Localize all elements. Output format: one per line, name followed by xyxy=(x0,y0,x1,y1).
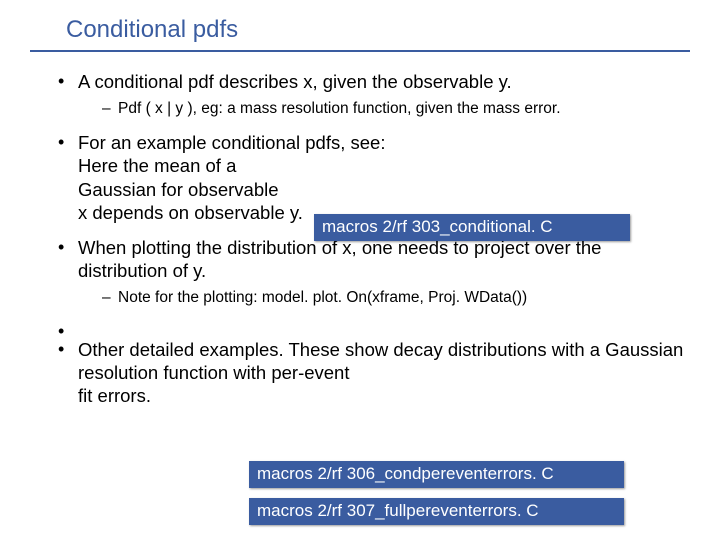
slide: Conditional pdfs A conditional pdf descr… xyxy=(0,0,720,540)
bullet-1-text: A conditional pdf describes x, given the… xyxy=(78,71,512,92)
bullet-1: A conditional pdf describes x, given the… xyxy=(58,70,690,119)
bullet-2: For an example conditional pdfs, see: He… xyxy=(58,131,690,224)
spacer xyxy=(58,320,690,338)
macro-box-1: macros 2/rf 303_conditional. C xyxy=(314,214,630,241)
macro-box-2: macros 2/rf 306_condpereventerrors. C xyxy=(249,461,624,488)
bullet-4: Other detailed examples. These show deca… xyxy=(58,338,690,407)
bullet-1-sub-1: Pdf ( x | y ), eg: a mass resolution fun… xyxy=(102,99,690,119)
bullet-2-line3: Gaussian for observable xyxy=(78,179,279,200)
slide-title: Conditional pdfs xyxy=(66,16,690,44)
bullet-2-line2: Here the mean of a xyxy=(78,155,236,176)
bullet-2-line1: For an example conditional pdfs, see: xyxy=(78,132,385,153)
bullet-3-text: When plotting the distribution of x, one… xyxy=(78,237,601,281)
bullet-4-line2: fit errors. xyxy=(78,385,151,406)
bullet-1-sub: Pdf ( x | y ), eg: a mass resolution fun… xyxy=(78,99,690,119)
bullet-3-sub: Note for the plotting: model. plot. On(x… xyxy=(78,288,690,308)
macro-box-3: macros 2/rf 307_fullpereventerrors. C xyxy=(249,498,624,525)
bullet-3-sub-1: Note for the plotting: model. plot. On(x… xyxy=(102,288,690,308)
bullet-3: When plotting the distribution of x, one… xyxy=(58,236,690,308)
bullet-4-line1: Other detailed examples. These show deca… xyxy=(78,339,683,383)
title-rule xyxy=(30,50,690,52)
bullet-2-line4: x depends on observable y. xyxy=(78,202,303,223)
